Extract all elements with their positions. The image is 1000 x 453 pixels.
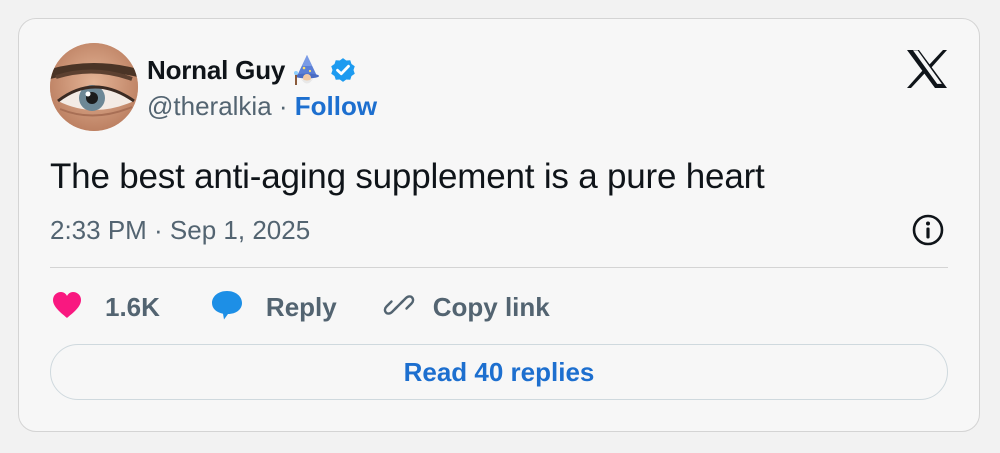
wizard-emoji-icon — [291, 54, 323, 86]
tweet-timestamp[interactable]: 2:33 PM · Sep 1, 2025 — [50, 215, 310, 246]
tweet-card: Nornal Guy @theralkia · Follow The best … — [18, 18, 980, 432]
reply-label: Reply — [265, 291, 337, 322]
author-handle[interactable]: @theralkia — [147, 91, 272, 121]
x-logo-icon[interactable] — [905, 49, 949, 89]
author-name-row: Nornal Guy — [147, 53, 358, 87]
verified-badge-icon — [328, 55, 358, 85]
reply-button[interactable]: Reply — [210, 289, 337, 326]
action-bar: 1.6K Reply Copy link — [51, 285, 550, 329]
like-button[interactable]: 1.6K — [51, 290, 160, 325]
tweet-text: The best anti-aging supplement is a pure… — [50, 157, 765, 196]
follow-button[interactable]: Follow — [295, 91, 377, 121]
handle-separator: · — [271, 91, 295, 121]
copy-link-label: Copy link — [432, 291, 550, 322]
divider — [50, 267, 948, 268]
author-handle-row: @theralkia · Follow — [147, 91, 377, 122]
read-replies-label: Read 40 replies — [403, 356, 595, 387]
author-display-name[interactable]: Nornal Guy — [147, 55, 285, 86]
info-icon[interactable] — [911, 213, 945, 247]
avatar[interactable] — [50, 43, 138, 131]
like-count: 1.6K — [105, 291, 160, 322]
copy-link-button[interactable]: Copy link — [383, 289, 550, 326]
link-icon — [383, 289, 415, 326]
speech-bubble-icon — [210, 289, 244, 326]
heart-icon — [51, 290, 83, 325]
read-replies-button[interactable]: Read 40 replies — [50, 344, 948, 400]
